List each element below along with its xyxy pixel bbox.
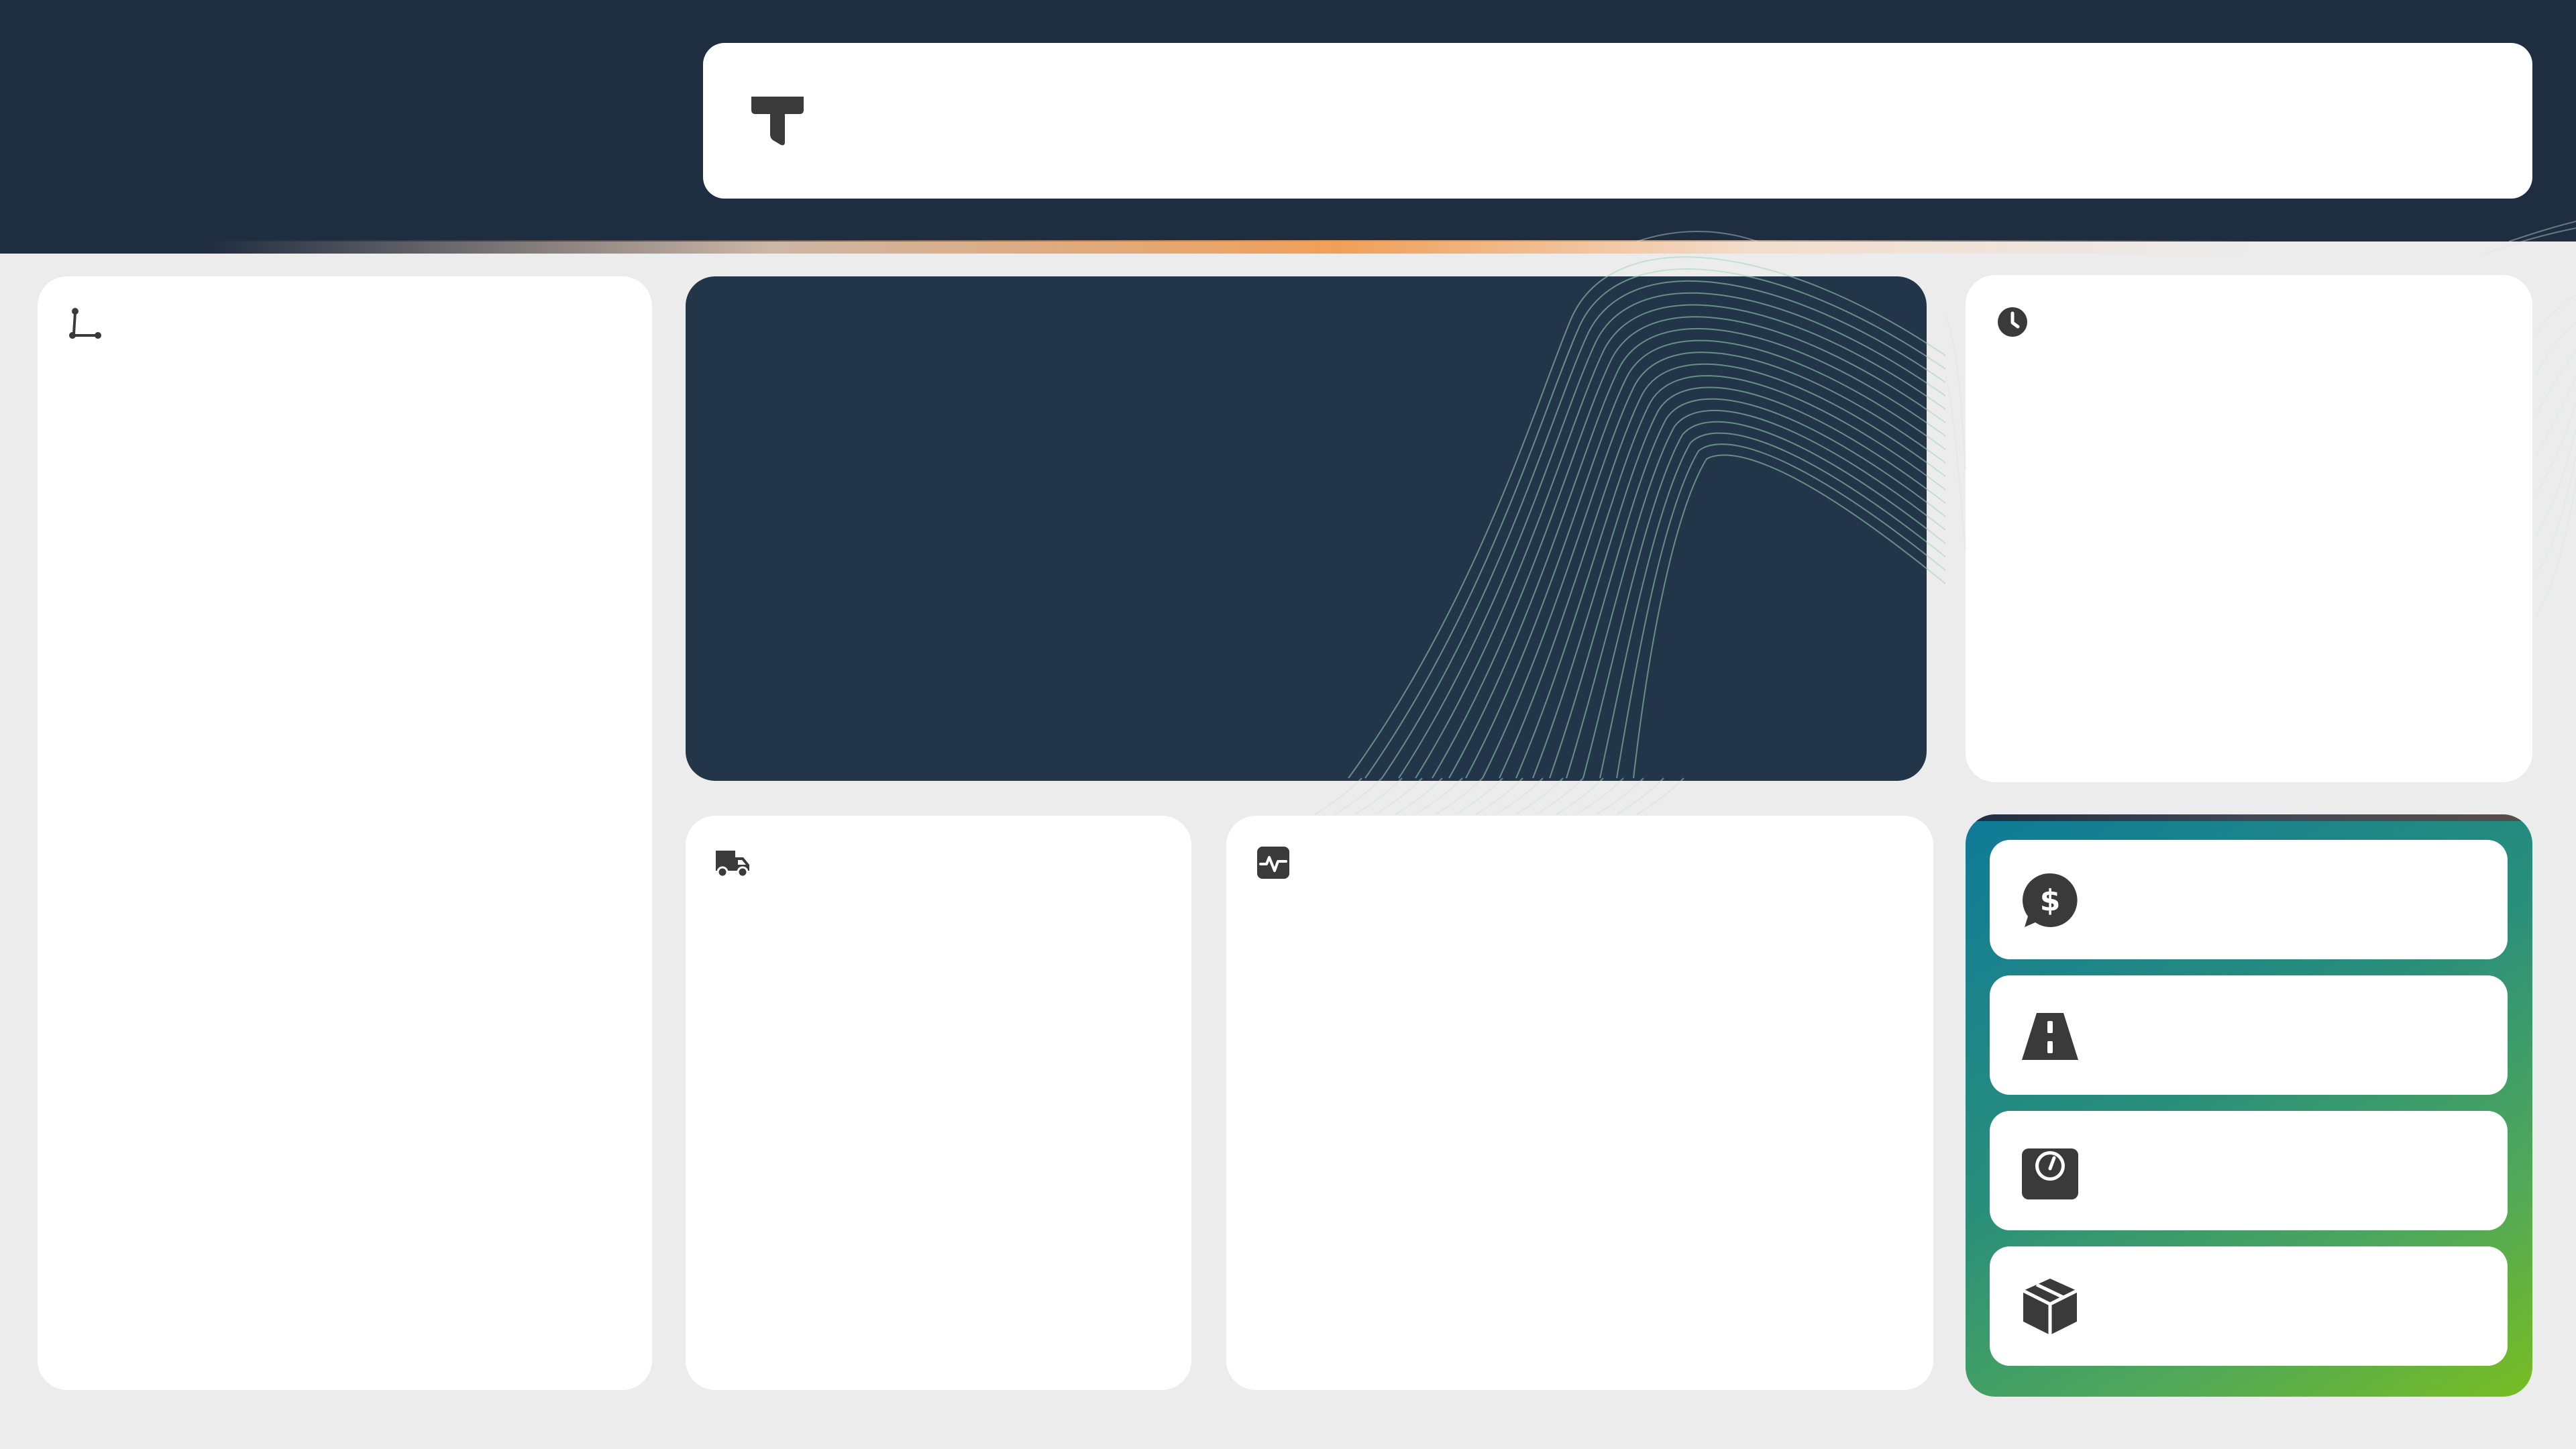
metrics-panel: $ <box>1966 814 2532 1397</box>
filter-icon[interactable] <box>747 93 808 153</box>
clock-icon <box>1998 307 2027 337</box>
schedule-card <box>1966 275 2532 782</box>
dashboard-page: $ <box>0 0 2576 1449</box>
filter-bar[interactable] <box>703 43 2532 199</box>
header-accent-strip <box>0 240 2576 254</box>
metric-tile-cost[interactable]: $ <box>1990 840 2508 959</box>
road-icon <box>2022 1013 2078 1060</box>
metric-tile-packages[interactable] <box>1990 1246 2508 1366</box>
package-icon <box>2022 1279 2078 1335</box>
metric-tile-weight[interactable] <box>1990 1111 2508 1230</box>
routes-card <box>38 276 652 1390</box>
metric-tile-distance[interactable] <box>1990 975 2508 1095</box>
activity-card <box>1226 816 1933 1390</box>
route-icon <box>69 308 101 339</box>
svg-text:$: $ <box>2040 883 2061 918</box>
dollar-chat-icon: $ <box>2022 873 2078 927</box>
truck-icon <box>716 851 749 878</box>
fleet-card <box>686 816 1191 1390</box>
activity-icon <box>1257 847 1289 879</box>
hero-banner <box>686 276 1927 781</box>
weight-scale-icon <box>2022 1148 2078 1199</box>
